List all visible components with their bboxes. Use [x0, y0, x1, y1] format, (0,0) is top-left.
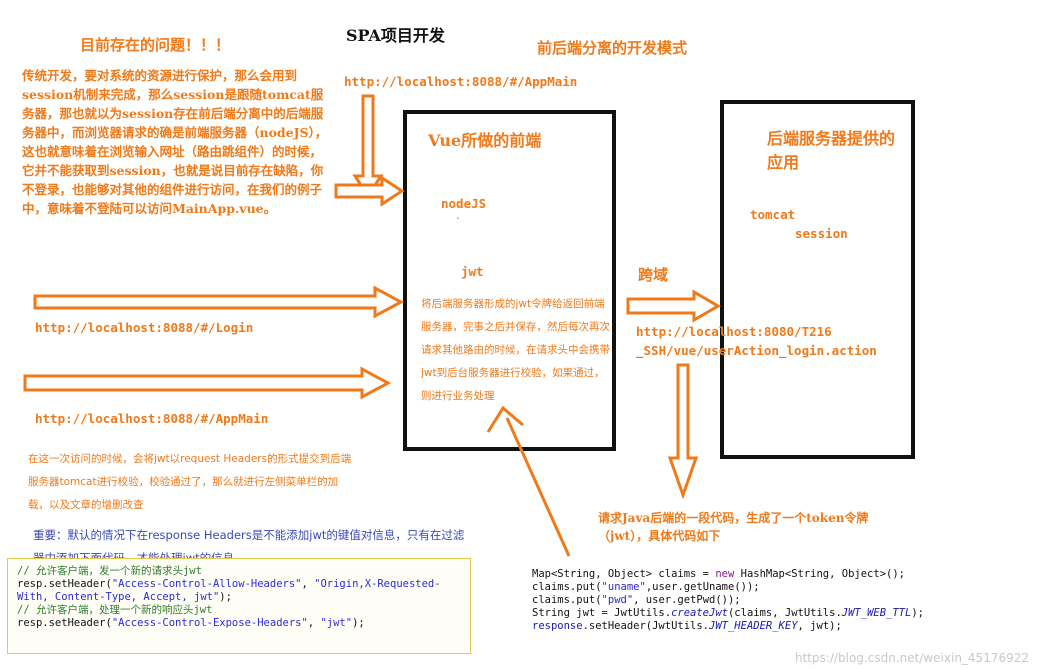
arrow-down-backend: [667, 363, 699, 500]
arrow-appmain-to-frontend: [23, 366, 392, 400]
arrow-code-to-frontend: [486, 405, 571, 557]
arrow-login-to-frontend: [33, 285, 405, 319]
arrow-cross-domain: [626, 289, 721, 323]
arrow-down-top-url: [352, 94, 384, 199]
watermark: https://blog.csdn.net/weixin_45176922: [794, 651, 1029, 665]
arrows-layer: .ar { fill: #ffffff; stroke: #f07a1a; st…: [23, 94, 721, 557]
